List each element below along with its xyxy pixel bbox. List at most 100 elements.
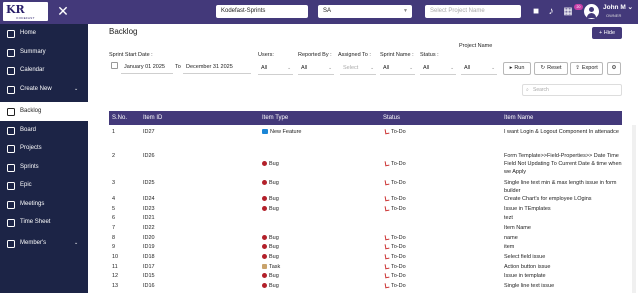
cell-item-name[interactable]: Single line text issue bbox=[504, 282, 622, 290]
app-logo[interactable]: KR KODEFAST bbox=[3, 2, 48, 21]
board-icon bbox=[7, 127, 15, 135]
sidebar-item-label: Backlog bbox=[20, 108, 42, 114]
cell-item-id[interactable]: ID22 bbox=[143, 224, 253, 232]
item-type-label: Task bbox=[269, 264, 281, 270]
col-status[interactable]: Status bbox=[383, 111, 400, 125]
sprint-name-select[interactable]: All ⌄ bbox=[380, 62, 415, 75]
cell-item-name[interactable]: Create Chart's for employee LOgins bbox=[504, 195, 622, 203]
todo-status-icon bbox=[384, 205, 390, 211]
cell-item-name[interactable]: item bbox=[504, 243, 622, 251]
cell-item-name[interactable]: Item Name bbox=[504, 224, 622, 232]
table-row[interactable]: 10 ID18 Bug To-Do Select field issue bbox=[109, 253, 622, 263]
table-row[interactable]: 7 ID22 Item Name bbox=[109, 224, 622, 234]
sidebar-item-time-sheet[interactable]: Time Sheet bbox=[0, 213, 88, 232]
sidebar-item-calendar[interactable]: Calendar bbox=[0, 61, 88, 80]
sprints-icon bbox=[7, 164, 15, 172]
table-row[interactable]: 12 ID15 Bug To-Do Issue in template bbox=[109, 272, 622, 282]
cell-item-type: Task bbox=[262, 263, 377, 271]
table-row[interactable]: 4 ID24 Bug To-Do Create Chart's for employee… bbox=[109, 195, 622, 205]
cell-status: To-Do bbox=[384, 205, 500, 213]
sidebar-item-label: Home bbox=[20, 30, 37, 36]
cell-item-id[interactable]: ID18 bbox=[143, 253, 253, 261]
logo-mark: KR bbox=[6, 3, 25, 16]
users-select[interactable]: All ⌄ bbox=[258, 62, 293, 75]
cell-item-id[interactable]: ID24 bbox=[143, 195, 253, 203]
sidebar-item-projects[interactable]: Projects bbox=[0, 139, 88, 158]
cell-item-id[interactable]: ID21 bbox=[143, 214, 253, 222]
cell-item-name[interactable]: name bbox=[504, 234, 622, 242]
sidebar-item-summary[interactable]: Summary bbox=[0, 43, 88, 62]
cell-sno: 3 bbox=[112, 180, 116, 186]
table-scrollbar[interactable] bbox=[632, 125, 636, 293]
col-item-name[interactable]: Item Name bbox=[504, 111, 533, 125]
date-to-input[interactable]: December 31 2025 bbox=[183, 61, 251, 74]
calendar-icon[interactable]: ▦ bbox=[562, 6, 574, 18]
search-input[interactable]: ⌕ Search bbox=[522, 84, 622, 96]
cell-item-name[interactable]: Form Template>>Field-Properties>> Date T… bbox=[504, 152, 622, 176]
cell-item-id[interactable]: ID20 bbox=[143, 234, 253, 242]
cell-item-name[interactable]: Action button issue bbox=[504, 263, 622, 271]
cell-item-name[interactable]: tezt bbox=[504, 214, 622, 222]
table-row[interactable]: 6 ID21 tezt bbox=[109, 214, 622, 224]
col-item-id[interactable]: Item ID bbox=[143, 111, 162, 125]
reported-by-select[interactable]: All ⌄ bbox=[298, 62, 334, 75]
table-row[interactable]: 13 ID16 Bug To-Do Single line text issue bbox=[109, 282, 622, 292]
table-row[interactable]: 9 ID19 Bug To-Do item bbox=[109, 243, 622, 253]
sidebar-item-label: Meetings bbox=[20, 201, 45, 207]
cell-item-id[interactable]: ID25 bbox=[143, 179, 253, 187]
date-from-input[interactable]: January 01 2025 bbox=[121, 61, 173, 74]
user-name-text: John M bbox=[603, 4, 626, 11]
sidebar-item-create-new[interactable]: Create New ⌄ bbox=[0, 80, 88, 99]
bug-icon bbox=[262, 179, 267, 185]
col-item-type[interactable]: Item Type bbox=[262, 111, 288, 125]
cell-item-id[interactable]: ID17 bbox=[143, 263, 253, 271]
bell-icon[interactable]: ♪ bbox=[545, 6, 557, 18]
cell-item-name[interactable]: Select field issue bbox=[504, 253, 622, 261]
cell-item-id[interactable]: ID27 bbox=[143, 128, 253, 136]
sidebar-item-members[interactable]: Member's ⌄ bbox=[0, 234, 88, 253]
sidebar-item-sprints[interactable]: Sprints bbox=[0, 158, 88, 177]
cell-item-id[interactable]: ID19 bbox=[143, 243, 253, 251]
meetings-icon bbox=[7, 201, 15, 209]
export-button[interactable]: ⇪ Export bbox=[570, 62, 603, 75]
reset-button[interactable]: ↻ Reset bbox=[534, 62, 568, 75]
cell-sno: 6 bbox=[112, 215, 116, 221]
project-code-select[interactable]: SA ▼ bbox=[318, 5, 412, 18]
assigned-to-select[interactable]: Select ⌄ bbox=[340, 62, 376, 75]
refresh-icon: ↻ bbox=[540, 65, 546, 71]
sidebar-item-label: Sprints bbox=[20, 164, 39, 170]
cell-item-name[interactable]: Issue in template bbox=[504, 272, 622, 280]
calendar-icon[interactable] bbox=[111, 62, 118, 69]
status-label: Status : bbox=[420, 52, 439, 58]
settings-button[interactable]: ⚙ bbox=[607, 62, 621, 75]
status-select[interactable]: All ⌄ bbox=[420, 62, 456, 75]
cell-item-id[interactable]: ID15 bbox=[143, 272, 253, 280]
status-label: To-Do bbox=[391, 254, 406, 260]
video-call-icon[interactable]: ■ bbox=[530, 6, 542, 18]
sidebar-item-meetings[interactable]: Meetings bbox=[0, 195, 88, 214]
sidebar-item-epic[interactable]: Epic bbox=[0, 176, 88, 195]
user-name[interactable]: John M ⌄ bbox=[603, 4, 637, 12]
col-sno[interactable]: S.No. bbox=[112, 111, 127, 125]
avatar[interactable] bbox=[584, 4, 599, 19]
cell-item-id[interactable]: ID23 bbox=[143, 205, 253, 213]
sidebar-item-board[interactable]: Board bbox=[0, 121, 88, 140]
todo-status-icon bbox=[384, 263, 390, 269]
close-menu-icon[interactable]: ✕ bbox=[56, 3, 70, 19]
bug-icon bbox=[262, 282, 267, 288]
table-row[interactable]: 1 ID27 New Feature To-Do I want Login & Logo… bbox=[109, 128, 622, 146]
cell-item-name[interactable]: Issue in TEmplates bbox=[504, 205, 622, 213]
hide-filters-button[interactable]: + Hide bbox=[592, 27, 622, 39]
table-row[interactable]: 2 ID26 Bug To-Do Form Template>>Field-Proper… bbox=[109, 152, 622, 178]
run-button[interactable]: ▸ Run bbox=[503, 62, 531, 75]
cell-item-name[interactable]: I want Login & Logout Component In atten… bbox=[504, 128, 622, 136]
cell-item-name[interactable]: Single line text min & max length issue … bbox=[504, 179, 622, 195]
cell-item-id[interactable]: ID16 bbox=[143, 282, 253, 290]
item-type-label: Bug bbox=[269, 161, 279, 167]
workspace-select[interactable]: Kodefast-Sprints bbox=[216, 5, 308, 18]
sidebar-item-backlog[interactable]: Backlog bbox=[0, 102, 88, 121]
project-name-select[interactable]: Select Project Name bbox=[425, 5, 521, 18]
cell-item-id[interactable]: ID26 bbox=[143, 152, 253, 160]
sidebar-item-home[interactable]: Home bbox=[0, 24, 88, 43]
project-name-filter-select[interactable]: All ⌄ bbox=[461, 62, 497, 75]
